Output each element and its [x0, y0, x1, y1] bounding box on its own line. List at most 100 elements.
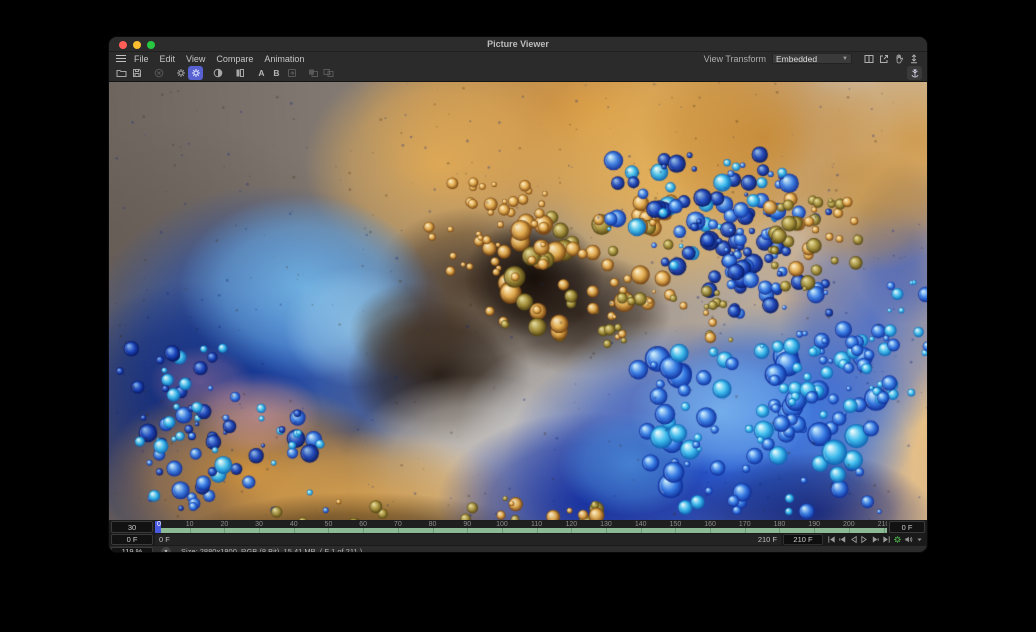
- ruler-tick: 30: [255, 521, 263, 528]
- ruler-tick: 210: [878, 521, 887, 528]
- traffic-lights: [119, 41, 155, 49]
- go-to-start-button[interactable]: [826, 534, 836, 545]
- chevron-down-icon: ▼: [842, 56, 848, 62]
- framerate-field[interactable]: 30: [111, 521, 153, 533]
- view-transform-value: Embedded: [776, 54, 817, 64]
- copy-b-to-a-icon: [321, 66, 336, 80]
- status-bar: 119 % ▼ Size: 2880x1800, RGB (8 Bit), 15…: [109, 546, 927, 553]
- ruler-notch: [641, 528, 642, 533]
- ruler-tick: 180: [774, 521, 786, 528]
- stop-render-icon: [151, 66, 166, 80]
- menu-compare[interactable]: Compare: [216, 54, 253, 64]
- ruler-end-field[interactable]: 0 F: [889, 521, 925, 533]
- ruler-notch: [884, 528, 885, 533]
- menu-animation[interactable]: Animation: [264, 54, 304, 64]
- ruler-tick: 40: [290, 521, 298, 528]
- hand-icon[interactable]: [892, 53, 905, 65]
- ruler-notch: [779, 528, 780, 533]
- timeline-ruler[interactable]: 0 10203040506070809010011012013014015016…: [155, 521, 887, 533]
- hamburger-icon[interactable]: [116, 55, 126, 63]
- range-start-label: 0 F: [159, 535, 170, 544]
- ruler-tick: 70: [394, 521, 402, 528]
- ruler-notch: [606, 528, 607, 533]
- window-title: Picture Viewer: [109, 37, 927, 52]
- sound-button[interactable]: [903, 534, 913, 545]
- menu-view[interactable]: View: [186, 54, 205, 64]
- loop-mode-button[interactable]: [892, 534, 902, 545]
- ruler-notch: [467, 528, 468, 533]
- ruler-notch: [745, 528, 746, 533]
- menu-edit[interactable]: Edit: [160, 54, 176, 64]
- ruler-tick: 120: [565, 521, 577, 528]
- timeline-range-row: 0 F 0 F 210 F 210 F: [109, 533, 927, 546]
- copy-a-to-b-icon: [306, 66, 321, 80]
- minimize-button[interactable]: [133, 41, 141, 49]
- picture-viewer-window: Picture Viewer File Edit View Compare An…: [108, 36, 928, 553]
- image-info-text: Size: 2880x1800, RGB (8 Bit), 15.41 MB, …: [181, 547, 362, 553]
- ruler-tick: 20: [220, 521, 228, 528]
- ruler-tick: 60: [359, 521, 367, 528]
- ruler-tick: 150: [670, 521, 682, 528]
- go-to-end-button[interactable]: [881, 534, 891, 545]
- version-b-button[interactable]: B: [269, 66, 284, 80]
- ruler-tick: 90: [463, 521, 471, 528]
- playback-options-dropdown[interactable]: [914, 534, 924, 545]
- play-backward-button[interactable]: [848, 534, 858, 545]
- dual-view-icon[interactable]: [232, 66, 247, 80]
- ruler-notch: [675, 528, 676, 533]
- open-file-icon[interactable]: [114, 66, 129, 80]
- ruler-notch: [328, 528, 329, 533]
- close-button[interactable]: [119, 41, 127, 49]
- range-end-label: 210 F: [758, 535, 777, 544]
- current-frame-field[interactable]: 210 F: [783, 534, 823, 545]
- menu-bar: File Edit View Compare Animation View Tr…: [109, 52, 927, 65]
- version-a-button[interactable]: A: [254, 66, 269, 80]
- title-bar[interactable]: Picture Viewer: [109, 37, 927, 52]
- detach-window-icon[interactable]: [877, 53, 890, 65]
- range-slider[interactable]: 0 F 210 F: [155, 534, 781, 545]
- next-frame-button[interactable]: [870, 534, 880, 545]
- display-settings-gear-icon[interactable]: [188, 66, 203, 80]
- dock-icon[interactable]: [907, 53, 920, 65]
- ruler-notch: [433, 528, 434, 533]
- toolbar: A B: [109, 65, 927, 82]
- save-icon[interactable]: [129, 66, 144, 80]
- render-effects-icon[interactable]: [907, 66, 922, 80]
- ruler-notch: [537, 528, 538, 533]
- ruler-notch: [224, 528, 225, 533]
- ruler-notch: [814, 528, 815, 533]
- playhead-frame-label: 0: [157, 521, 161, 529]
- ruler-notch: [710, 528, 711, 533]
- menu-file[interactable]: File: [134, 54, 149, 64]
- play-forward-button[interactable]: [859, 534, 869, 545]
- settings-gear-icon[interactable]: [173, 66, 188, 80]
- link-ab-icon: [284, 66, 299, 80]
- ruler-tick: 50: [325, 521, 333, 528]
- ruler-tick: 80: [429, 521, 437, 528]
- ruler-notch: [502, 528, 503, 533]
- ruler-tick: 170: [739, 521, 751, 528]
- ruler-tick: 130: [600, 521, 612, 528]
- render-image: [109, 82, 928, 520]
- ruler-notch: [294, 528, 295, 533]
- image-viewport[interactable]: [109, 82, 927, 520]
- previous-frame-button[interactable]: [837, 534, 847, 545]
- zoom-button[interactable]: [147, 41, 155, 49]
- ruler-notch: [849, 528, 850, 533]
- ruler-notch: [571, 528, 572, 533]
- zoom-level-field[interactable]: 119 %: [111, 547, 153, 553]
- ruler-notch: [398, 528, 399, 533]
- view-transform-dropdown[interactable]: Embedded ▼: [772, 53, 852, 64]
- ruler-notch: [363, 528, 364, 533]
- transport-controls: [825, 534, 925, 545]
- ruler-tick: 10: [186, 521, 194, 528]
- split-view-icon[interactable]: [862, 53, 875, 65]
- ruler-tick: 110: [531, 521, 542, 528]
- contrast-icon[interactable]: [210, 66, 225, 80]
- range-start-field[interactable]: 0 F: [111, 534, 153, 545]
- zoom-dropdown[interactable]: ▼: [161, 547, 171, 554]
- ruler-notch: [190, 528, 191, 533]
- ruler-tick: 140: [635, 521, 647, 528]
- ruler-notch: [259, 528, 260, 533]
- view-transform-label: View Transform: [704, 54, 766, 64]
